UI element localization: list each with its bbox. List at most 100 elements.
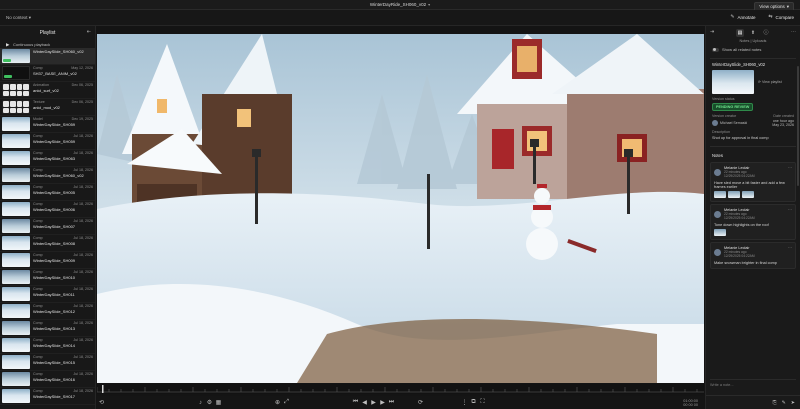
- draw-icon[interactable]: ✎: [782, 400, 786, 406]
- scrollbar[interactable]: [797, 66, 799, 186]
- playlist-item[interactable]: Comp Jul 18, 2026 WinterDaySlide_SH014: [0, 337, 95, 354]
- playlist-item[interactable]: Comp Jul 18, 2026 WinterDaySlide_SH063: [0, 150, 95, 167]
- more-options-icon[interactable]: ⋯: [791, 29, 796, 35]
- playlist-item-type: Comp: [33, 355, 43, 359]
- attachment-thumbnail[interactable]: [742, 191, 754, 198]
- playlist-item-name: WinterDaySlide_SH063: [33, 155, 76, 161]
- playlist-item[interactable]: Comp Jul 18, 2026 WinterDaySlide_SH005: [0, 184, 95, 201]
- annotate-button[interactable]: ✎ Annotate: [729, 14, 755, 20]
- skip-start-icon[interactable]: ⏮: [351, 399, 360, 406]
- playlist-item-meta: Comp Jul 18, 2026 WinterDaySlide_SH011: [33, 287, 93, 297]
- playlist-item[interactable]: Comp Jul 18, 2026 WinterDaySlide_SH012: [0, 303, 95, 320]
- toggle-switch[interactable]: [712, 47, 719, 52]
- playlist-item-meta: Comp Jul 18, 2026 WinterDaySlide_SH014: [33, 338, 93, 348]
- playlist-item-meta: Texture Dec 06, 2025 anicl_mod_v02: [33, 100, 93, 110]
- playlist-item-meta: Comp Jul 18, 2026 WinterDaySlide_SH059: [33, 134, 93, 144]
- timeline-scrubber[interactable]: [96, 384, 704, 394]
- playlist-thumbnail: [2, 134, 30, 148]
- playlist-item[interactable]: Texture Dec 06, 2025 anicl_mod_v02: [0, 99, 95, 116]
- attach-icon[interactable]: ⎘: [773, 400, 777, 406]
- playlist-item-type: Texture: [33, 100, 45, 104]
- compare-button[interactable]: ⇆ Compare: [767, 14, 794, 20]
- playlist-item[interactable]: Model Dec 19, 2025 WinterDaySlide_SH059: [0, 116, 95, 133]
- zoom-icon[interactable]: ⊕: [273, 399, 282, 406]
- note-card[interactable]: ⋯ Melanie Leclair 22 minutes ago 12/29/2025…: [710, 162, 796, 202]
- show-all-notes-toggle[interactable]: Show all related notes: [706, 43, 800, 56]
- grid-icon[interactable]: ▦: [214, 399, 223, 406]
- playlist-item-date: Dec 06, 2025: [71, 100, 93, 104]
- playlist-item[interactable]: Animation Dec 06, 2025 anicl_surf_v02: [0, 82, 95, 99]
- thumb-cell: [23, 84, 29, 90]
- version-title[interactable]: WinterDayRide_SH060_v02 ▾: [0, 2, 800, 7]
- chevron-down-icon[interactable]: ▾: [428, 2, 430, 7]
- collapse-panel-icon[interactable]: ⇤: [87, 29, 91, 35]
- thumb-cell: [3, 84, 9, 90]
- thumb-cell: [23, 90, 29, 96]
- note-author: Melanie Leclair 22 minutes ago 12/29/2025 …: [714, 166, 792, 178]
- playlist-item-date: Jul 18, 2026: [73, 185, 93, 189]
- compare-icon: ⇆: [768, 14, 773, 20]
- playlist-item[interactable]: Comp Jul 18, 2026 WinterDaySlide_SH059: [0, 133, 95, 150]
- play-button[interactable]: ▶: [369, 399, 378, 406]
- media-viewer[interactable]: [97, 34, 704, 383]
- loop-icon[interactable]: ⟲: [97, 399, 106, 406]
- playlist-item[interactable]: Comp Jul 18, 2026 WinterDaySlide_SH010: [0, 269, 95, 286]
- thumb-cell: [9, 107, 16, 113]
- playlist-item[interactable]: Comp May 12, 2026 SH37_BASE_ANIM_v02: [0, 65, 95, 82]
- attachment-thumbnail[interactable]: [714, 229, 726, 236]
- attachment-thumbnail[interactable]: [714, 191, 726, 198]
- playlist-item[interactable]: Comp Jul 18, 2026 WinterDaySlide_SH015: [0, 354, 95, 371]
- playlist-item[interactable]: Comp Jul 18, 2026 WinterDaySlide_SH006: [0, 201, 95, 218]
- fullscreen-icon[interactable]: ⛶: [478, 399, 487, 406]
- settings-icon[interactable]: ⚙: [205, 399, 214, 406]
- expand-panel-icon[interactable]: ⇥: [710, 29, 714, 35]
- playlist-item[interactable]: Comp Jul 18, 2026 WinterDaySlide_SH013: [0, 320, 95, 337]
- playlist-item-name: WinterDaySlide_SH011: [33, 291, 75, 297]
- note-text: Tone down highlights on the roof: [714, 223, 769, 227]
- note-menu-icon[interactable]: ⋯: [788, 165, 792, 170]
- context-bar: No context ▾ ✎ Annotate ⇆ Compare: [0, 10, 800, 26]
- playlist-thumbnail: [2, 168, 30, 182]
- view-playlist-link[interactable]: ⟳ View playlist: [758, 80, 782, 84]
- tab-info[interactable]: ⓘ: [762, 29, 770, 37]
- playlist-item[interactable]: Comp Jul 18, 2026 WinterDaySlide_SH011: [0, 286, 95, 303]
- audio-icon[interactable]: ♪: [196, 400, 205, 406]
- playlist-item-meta: Comp Jul 18, 2026 WinterDaySlide_SH017: [33, 389, 93, 399]
- marker-icon[interactable]: ⋮: [460, 399, 469, 406]
- playlist-item-name: WinterDaySlide_SH009: [33, 257, 76, 263]
- tab-notes[interactable]: ▤: [736, 29, 744, 37]
- note-card[interactable]: ⋯ Melanie Leclair 22 minutes ago 12/29/2025…: [710, 204, 796, 240]
- playlist-item[interactable]: WinterDaySlide_SH060_v02: [0, 48, 95, 65]
- playlist-item[interactable]: Comp Jul 18, 2026 WinterDaySlide_SH017: [0, 388, 95, 405]
- skip-end-icon[interactable]: ⏭: [387, 399, 396, 406]
- playlist-item-date: May 12, 2026: [71, 66, 93, 70]
- step-back-icon[interactable]: ◀: [360, 399, 369, 406]
- step-forward-icon[interactable]: ▶: [378, 399, 387, 406]
- version-thumbnail[interactable]: [712, 70, 754, 94]
- split-icon[interactable]: ⧉: [469, 399, 478, 406]
- tab-uploads[interactable]: ⬆: [749, 29, 757, 37]
- playlist-item-meta: Comp Jul 18, 2026 WinterDaySlide_SH012: [33, 304, 93, 314]
- context-selector[interactable]: No context ▾: [6, 15, 31, 21]
- playlist-item[interactable]: Comp Jul 18, 2026 WinterDaySlide_SH008: [0, 235, 95, 252]
- send-icon[interactable]: ➤: [791, 400, 795, 406]
- playlist-item-date: Jul 18, 2026: [73, 287, 93, 291]
- date-created-label: Date created: [773, 114, 794, 118]
- playlist-item-meta: Comp Jul 18, 2026 WinterDaySlide_SH009: [33, 253, 93, 263]
- playlist-item-type: Comp: [33, 236, 43, 240]
- continuous-playback-toggle[interactable]: ▶ Continuous playback: [0, 40, 95, 48]
- fit-icon[interactable]: ⤢: [282, 399, 291, 406]
- status-badge[interactable]: PENDING REVIEW: [712, 103, 754, 111]
- playlist-item[interactable]: Comp Jul 18, 2026 WinterDaySlide_SH009: [0, 252, 95, 269]
- note-menu-icon[interactable]: ⋯: [788, 245, 792, 250]
- sync-icon[interactable]: ⟳: [416, 399, 425, 406]
- note-composer[interactable]: Write a note...: [710, 379, 796, 389]
- note-menu-icon[interactable]: ⋯: [788, 207, 792, 212]
- attachment-thumbnail[interactable]: [728, 191, 740, 198]
- playlist-item[interactable]: Comp Jul 18, 2026 WinterDaySlide_SH007: [0, 218, 95, 235]
- status-badge: [3, 59, 11, 62]
- thumb-cell: [9, 84, 16, 90]
- playlist-item[interactable]: Comp Jul 18, 2026 WinterDaySlide_SH016: [0, 371, 95, 388]
- note-card[interactable]: ⋯ Melanie Leclair 22 minutes ago 12/29/2025…: [710, 242, 796, 269]
- playlist-item[interactable]: Comp Jul 18, 2026 WinterDaySlide_SH060_v02: [0, 167, 95, 184]
